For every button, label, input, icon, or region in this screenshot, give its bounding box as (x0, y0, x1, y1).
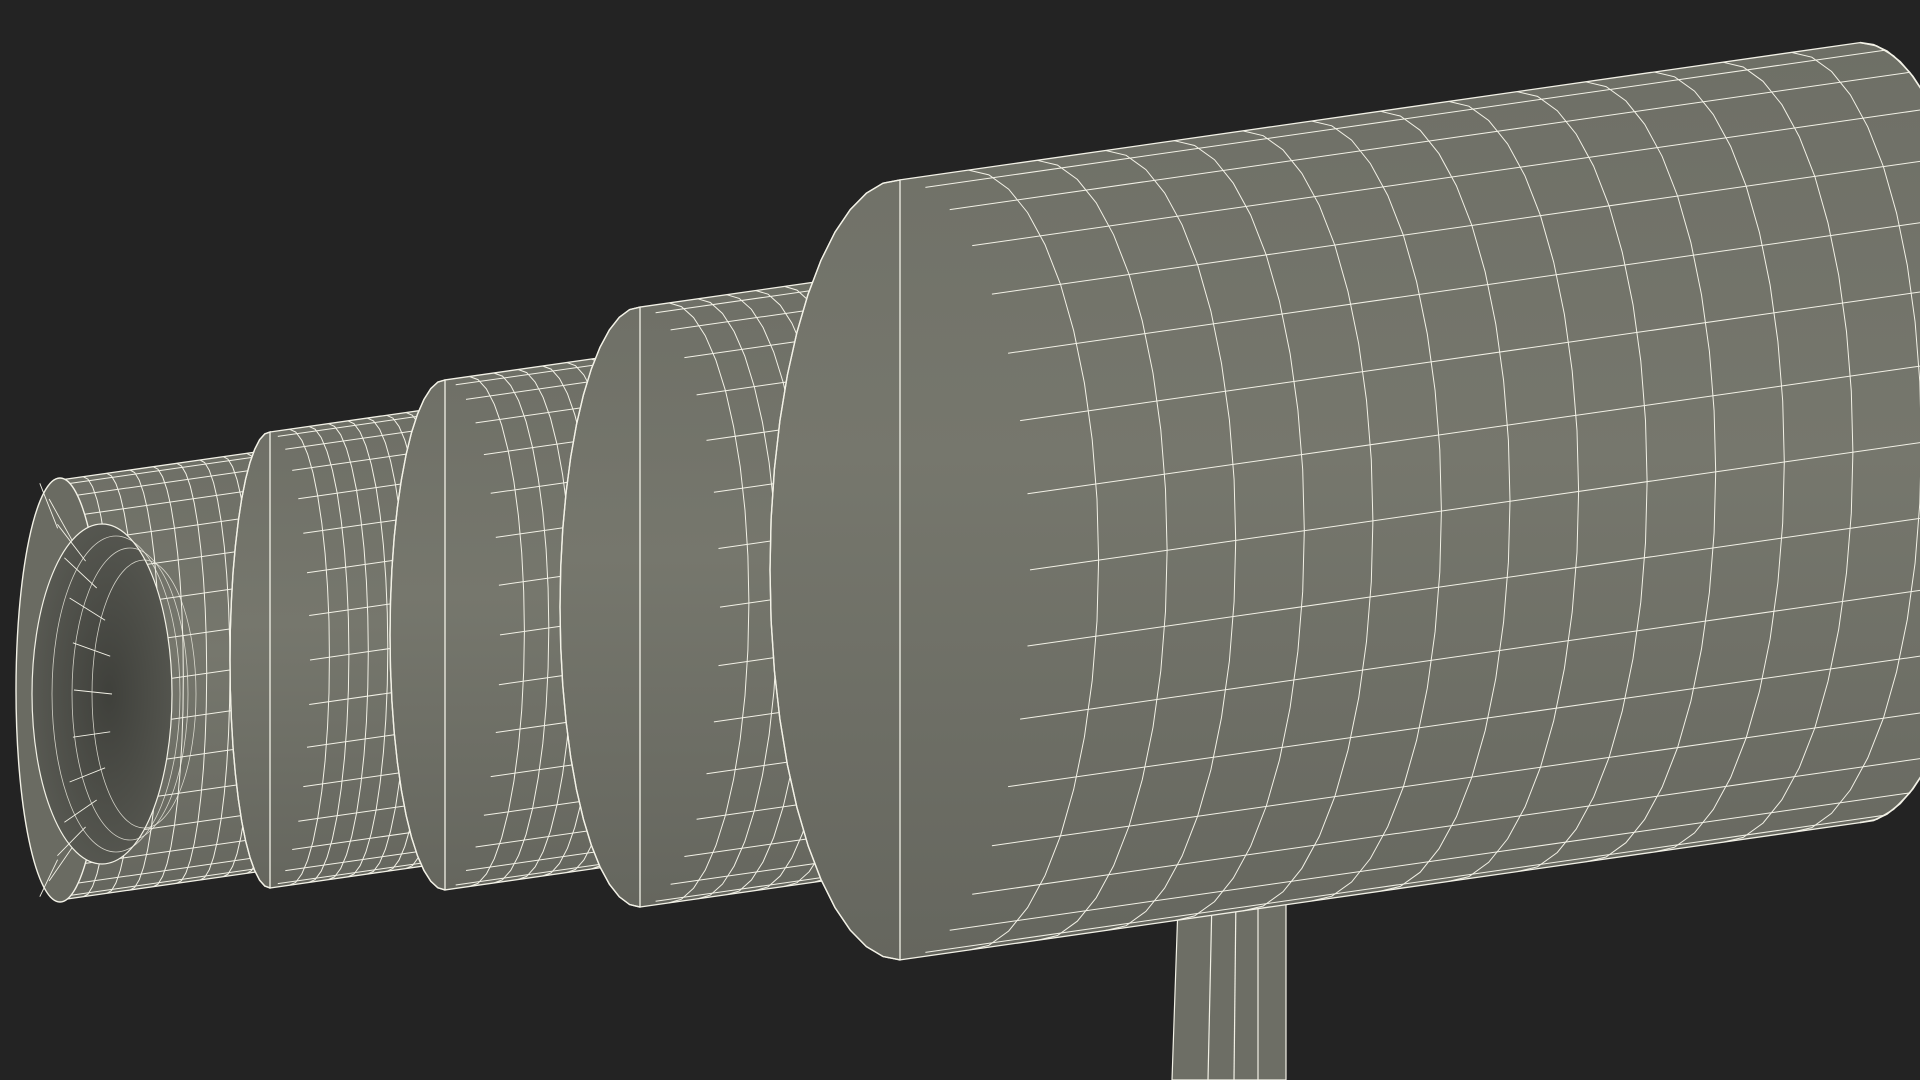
wireframe-model (15, 41, 1920, 1080)
part-mesh (15, 41, 1920, 961)
main-body-segment (769, 41, 1920, 961)
3d-viewport[interactable] (0, 0, 1920, 1080)
